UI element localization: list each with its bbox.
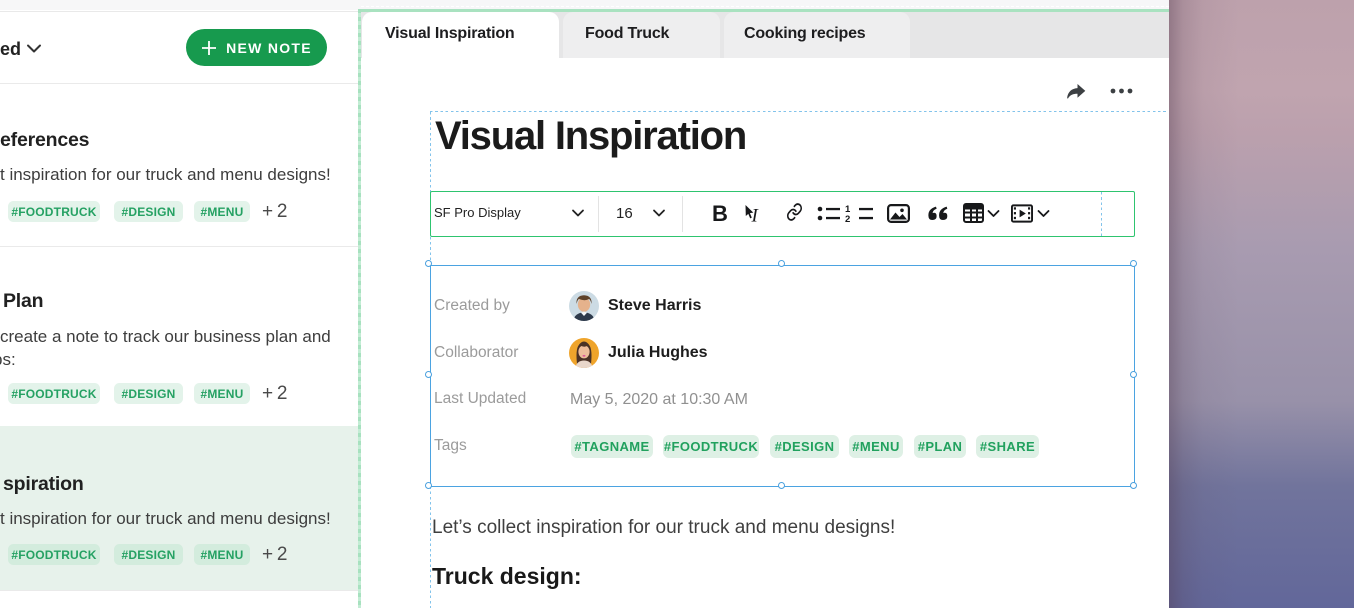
- svg-text:2: 2: [845, 214, 850, 223]
- svg-text:I: I: [751, 206, 760, 225]
